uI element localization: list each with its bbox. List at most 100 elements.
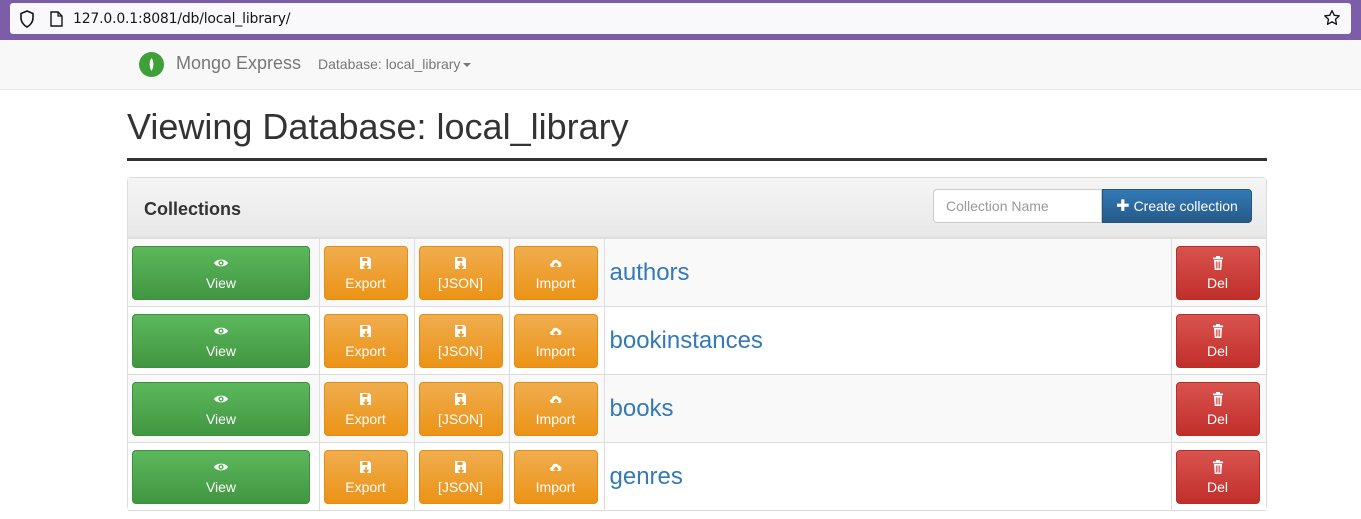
delete-cell: Del bbox=[1170, 442, 1266, 511]
del-label: Del bbox=[1206, 478, 1228, 495]
json-label: [JSON] bbox=[437, 478, 484, 495]
collections-table: View Export [JSON] Import authors Del Vi… bbox=[128, 238, 1266, 511]
view-cell: View bbox=[128, 442, 320, 511]
export-button[interactable]: Export bbox=[323, 449, 408, 504]
collection-name-cell: bookinstances bbox=[603, 306, 1172, 375]
export-button[interactable]: Export bbox=[323, 381, 408, 436]
import-cell: Import bbox=[508, 306, 605, 375]
import-label: Import bbox=[535, 478, 576, 495]
view-cell: View bbox=[128, 306, 320, 375]
view-label: View bbox=[205, 342, 237, 359]
export-cell: Export bbox=[318, 306, 415, 375]
trash-icon bbox=[1212, 323, 1223, 338]
cloud-upload-icon bbox=[549, 395, 561, 405]
save-download-icon bbox=[359, 460, 371, 474]
import-cell: Import bbox=[508, 442, 605, 511]
delete-button[interactable]: Del bbox=[1175, 381, 1260, 436]
panel-heading: Collections ✚Create collection bbox=[128, 178, 1266, 238]
database-dropdown[interactable]: Database: local_library bbox=[318, 56, 472, 72]
collection-name-input[interactable] bbox=[933, 189, 1102, 223]
delete-button[interactable]: Del bbox=[1175, 313, 1260, 368]
view-button[interactable]: View bbox=[132, 449, 310, 504]
trash-icon bbox=[1212, 459, 1223, 474]
import-label: Import bbox=[535, 274, 576, 291]
brand-name[interactable]: Mongo Express bbox=[176, 53, 301, 74]
json-label: [JSON] bbox=[437, 342, 484, 359]
save-download-icon bbox=[454, 460, 466, 474]
export-cell: Export bbox=[318, 374, 415, 443]
import-label: Import bbox=[535, 410, 576, 427]
export-label: Export bbox=[345, 274, 386, 291]
caret-down-icon bbox=[463, 63, 472, 68]
view-cell: View bbox=[128, 238, 320, 307]
export-json-button[interactable]: [JSON] bbox=[418, 381, 503, 436]
collection-link[interactable]: genres bbox=[609, 463, 683, 490]
create-collection-label: Create collection bbox=[1133, 198, 1238, 214]
view-button[interactable]: View bbox=[132, 245, 310, 300]
view-label: View bbox=[205, 478, 237, 495]
address-bar[interactable]: 127.0.0.1:8081/db/local_library/ bbox=[10, 3, 1351, 34]
page-icon bbox=[50, 11, 63, 27]
json-cell: [JSON] bbox=[413, 442, 510, 511]
delete-cell: Del bbox=[1170, 306, 1266, 375]
del-label: Del bbox=[1206, 342, 1228, 359]
table-row: View Export [JSON] bbox=[128, 306, 1266, 375]
import-button[interactable]: Import bbox=[513, 313, 598, 368]
collection-name-cell: genres bbox=[603, 442, 1172, 511]
import-button[interactable]: Import bbox=[513, 245, 598, 300]
import-button[interactable]: Import bbox=[513, 381, 598, 436]
del-label: Del bbox=[1206, 274, 1228, 291]
save-download-icon bbox=[359, 392, 371, 406]
shield-icon[interactable] bbox=[19, 10, 35, 28]
cloud-upload-icon bbox=[549, 463, 561, 473]
navbar: Mongo Express Database: local_library bbox=[0, 40, 1361, 90]
view-button[interactable]: View bbox=[132, 313, 310, 368]
save-download-icon bbox=[359, 324, 371, 338]
delete-cell: Del bbox=[1170, 238, 1266, 307]
collection-link[interactable]: bookinstances bbox=[609, 327, 763, 354]
cloud-upload-icon bbox=[549, 327, 561, 337]
collection-name-cell: authors bbox=[603, 238, 1172, 307]
view-cell: View bbox=[128, 374, 320, 443]
trash-icon bbox=[1212, 391, 1223, 406]
collection-link[interactable]: authors bbox=[609, 259, 690, 286]
title-divider bbox=[127, 158, 1267, 161]
trash-icon bbox=[1212, 255, 1223, 270]
table-row: View Export [JSON] bbox=[128, 442, 1266, 511]
export-json-button[interactable]: [JSON] bbox=[418, 449, 503, 504]
json-label: [JSON] bbox=[437, 274, 484, 291]
import-button[interactable]: Import bbox=[513, 449, 598, 504]
export-json-button[interactable]: [JSON] bbox=[418, 245, 503, 300]
json-cell: [JSON] bbox=[413, 374, 510, 443]
import-label: Import bbox=[535, 342, 576, 359]
export-cell: Export bbox=[318, 238, 415, 307]
delete-button[interactable]: Del bbox=[1175, 245, 1260, 300]
export-button[interactable]: Export bbox=[323, 313, 408, 368]
mongo-leaf-logo[interactable] bbox=[139, 52, 164, 77]
save-download-icon bbox=[359, 256, 371, 270]
collection-link[interactable]: books bbox=[609, 395, 674, 422]
eye-icon bbox=[214, 463, 228, 470]
del-label: Del bbox=[1206, 410, 1228, 427]
view-label: View bbox=[205, 410, 237, 427]
create-collection-button[interactable]: ✚ Create collection bbox=[1102, 189, 1252, 223]
collections-panel: Collections ✚Create collection View bbox=[127, 177, 1267, 511]
table-row: View Export [JSON] bbox=[128, 238, 1266, 307]
export-button[interactable]: Export bbox=[323, 245, 408, 300]
leaf-icon bbox=[149, 58, 154, 71]
url-text[interactable]: 127.0.0.1:8081/db/local_library/ bbox=[73, 11, 291, 27]
export-label: Export bbox=[345, 478, 386, 495]
save-download-icon bbox=[454, 324, 466, 338]
delete-button[interactable]: Del bbox=[1175, 449, 1260, 504]
panel-title: Collections bbox=[144, 199, 242, 219]
cloud-upload-icon bbox=[549, 259, 561, 269]
eye-icon bbox=[214, 259, 228, 266]
bookmark-star-icon[interactable] bbox=[1323, 9, 1341, 27]
json-label: [JSON] bbox=[437, 410, 484, 427]
page-title: Viewing Database: local_library bbox=[127, 106, 629, 147]
export-json-button[interactable]: [JSON] bbox=[418, 313, 503, 368]
save-download-icon bbox=[454, 256, 466, 270]
collection-name-cell: books bbox=[603, 374, 1172, 443]
view-button[interactable]: View bbox=[132, 381, 310, 436]
eye-icon bbox=[214, 395, 228, 402]
